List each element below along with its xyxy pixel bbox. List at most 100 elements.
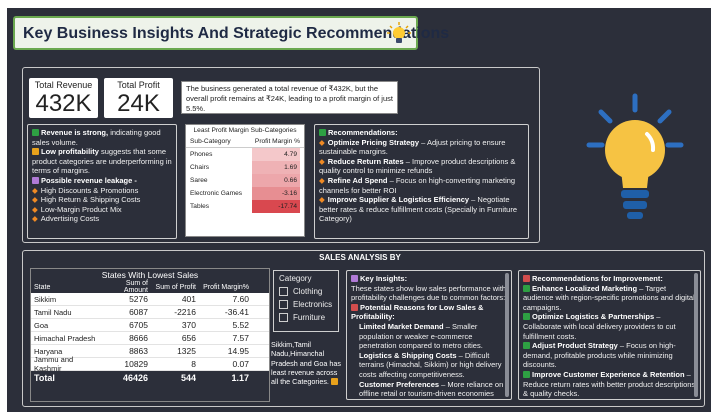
summary-text: The business generated a total revenue o…	[181, 81, 398, 114]
kpi-label: Total Revenue	[34, 80, 93, 90]
lightbulb-icon	[586, 93, 684, 219]
states-table: States With Lowest Sales State Sum of Amo…	[30, 268, 270, 402]
table-cell: Phones	[190, 151, 213, 158]
table-row: Tables -17.74	[186, 200, 304, 213]
key-insights-panel: Key Insights: These states show low sale…	[346, 270, 512, 400]
bullet-icon: ◆	[32, 204, 38, 214]
list-item-bold: Logistics & Shipping Costs	[359, 350, 457, 360]
slicer-option[interactable]: Clothing	[279, 287, 333, 296]
list-item: ◆ Advertising Costs	[32, 214, 172, 224]
warning-icon	[330, 378, 338, 386]
list-item-label: High Return & Shipping Costs	[40, 195, 141, 205]
list-item: Optimize Logistics & Partnerships – Coll…	[523, 312, 696, 341]
bullet-icon: ◆	[32, 195, 38, 205]
check-icon	[523, 284, 530, 292]
key-insights-list: Limited Market Demand – Smaller populati…	[351, 322, 507, 399]
check-icon	[523, 313, 530, 321]
kpi-value: 432K	[35, 90, 92, 117]
recommendations-panel: Recommendations: ◆ Optimize Pricing Strat…	[314, 124, 529, 239]
table-body: Sikkim 5276 401 7.60 Tamil Nadu 6087 -2216 -36.…	[31, 293, 269, 373]
slicer-option-label: Clothing	[293, 287, 323, 296]
table-cell: 8863	[129, 346, 148, 356]
table-cell: Total	[34, 373, 55, 383]
list-item: ◆ Refine Ad Spend – Focus on high-convert…	[319, 176, 524, 195]
kpi-total-revenue: Total Revenue 432K	[29, 78, 98, 118]
table-header: Sub-Category Profit Margin %	[186, 136, 304, 148]
list-item-bold: Refine Ad Spend	[327, 175, 388, 185]
table-row: Electronic Games -3.16	[186, 187, 304, 200]
list-item-bold: Optimize Logistics & Partnerships	[532, 312, 655, 322]
table-cell: 6087	[129, 307, 148, 317]
list-item: ◆ Improve Supplier & Logistics Efficiency…	[319, 195, 524, 224]
list-item: Customer Preferences – More reliance on …	[351, 379, 507, 399]
check-icon	[32, 129, 39, 136]
lightbulb-icon	[387, 22, 411, 43]
table-row: Tamil Nadu 6087 -2216 -36.41	[31, 306, 269, 319]
list-item: ◆ Optimize Pricing Strategy – Adjust pric…	[319, 138, 524, 157]
slicer-option[interactable]: Furniture	[279, 313, 333, 322]
table-cell: 46426	[122, 373, 148, 383]
table-cell: 14.95	[227, 346, 249, 356]
table-cell: 0.66	[252, 174, 300, 187]
table-cell: 0.07	[232, 359, 249, 369]
table-row: Saree 0.66	[186, 174, 304, 187]
list-item: ◆ High Return & Shipping Costs	[32, 195, 172, 205]
table-row: Chairs 1.69	[186, 161, 304, 174]
table-cell: 5276	[129, 294, 148, 304]
column-header: Sum of Profit	[155, 283, 196, 291]
list-item: ◆ Reduce Return Rates – Improve product d…	[319, 157, 524, 176]
table-row: Jammu and Kashmir 10829 8 0.07	[31, 355, 269, 373]
megaphone-icon	[523, 275, 530, 282]
table-cell: 7.60	[232, 294, 249, 304]
list-item: ◆ Low-Margin Product Mix	[32, 205, 172, 215]
column-header: State	[34, 283, 51, 291]
table-cell: Tables	[190, 203, 210, 210]
states-note: Sikkim,Tamil Nadu,Himanchal Pradesh and …	[271, 340, 341, 387]
chart-icon	[32, 176, 39, 184]
table-row: Phones 4.79	[186, 148, 304, 161]
list-item-label: High Discounts & Promotions	[40, 185, 139, 195]
check-icon	[523, 342, 530, 350]
table-cell: Sikkim	[34, 294, 57, 304]
category-slicer: Category Clothing Electronics Furniture	[273, 270, 339, 332]
scrollbar[interactable]	[505, 273, 509, 397]
checkbox[interactable]	[279, 287, 288, 296]
table-row: Himachal Pradesh 8666 656 7.57	[31, 332, 269, 345]
list-item-bold: Enhance Localized Marketing	[532, 283, 638, 293]
kpi-total-profit: Total Profit 24K	[104, 78, 173, 118]
checkbox[interactable]	[279, 313, 288, 322]
kpi-value: 24K	[117, 90, 160, 117]
table-body: Phones 4.79 Chairs 1.69 Saree 0.66 Electronic …	[186, 148, 304, 213]
table-cell: Jammu and Kashmir	[34, 355, 74, 373]
list-item: Logistics & Shipping Costs – Difficult t…	[351, 351, 507, 380]
list-item: Improve Customer Experience & Retention …	[523, 370, 696, 399]
list-item-bold: Adjust Product Strategy	[532, 341, 618, 351]
column-header: Sum of Amount	[123, 280, 148, 294]
scrollbar[interactable]	[694, 273, 698, 397]
improvement-panel: Recommendations for Improvement: Enhance…	[518, 270, 701, 400]
table-cell: -17.74	[252, 200, 300, 213]
table-cell: -2216	[174, 307, 196, 317]
magnifier-icon	[351, 275, 358, 282]
sales-analysis-title: SALES ANALYSIS BY	[319, 253, 401, 262]
table-cell: Chairs	[190, 164, 210, 171]
least-margin-table: Least Profit Margin Sub-Categories Sub-C…	[185, 124, 305, 237]
bullet-icon: ◆	[319, 137, 325, 147]
table-row: Sikkim 5276 401 7.60	[31, 293, 269, 306]
check-icon	[523, 370, 530, 378]
table-cell: 1.69	[252, 161, 300, 174]
warning-icon	[32, 148, 39, 156]
slicer-option[interactable]: Electronics	[279, 300, 333, 309]
table-cell: Electronic Games	[190, 190, 243, 197]
table-title: Least Profit Margin Sub-Categories	[193, 127, 297, 134]
table-cell: 1325	[177, 346, 196, 356]
kpi-label: Total Profit	[117, 80, 160, 90]
table-cell: 10829	[124, 359, 148, 369]
list-item-bold: Improve Customer Experience & Retention	[532, 369, 685, 379]
checkbox[interactable]	[279, 300, 288, 309]
list-item-bold: Customer Preferences	[359, 379, 440, 389]
table-cell: 401	[181, 294, 196, 304]
bullet-icon: ◆	[319, 175, 325, 185]
list-item-bold: Reduce Return Rates	[327, 156, 404, 166]
list-item-bold: Optimize Pricing Strategy	[327, 137, 420, 147]
